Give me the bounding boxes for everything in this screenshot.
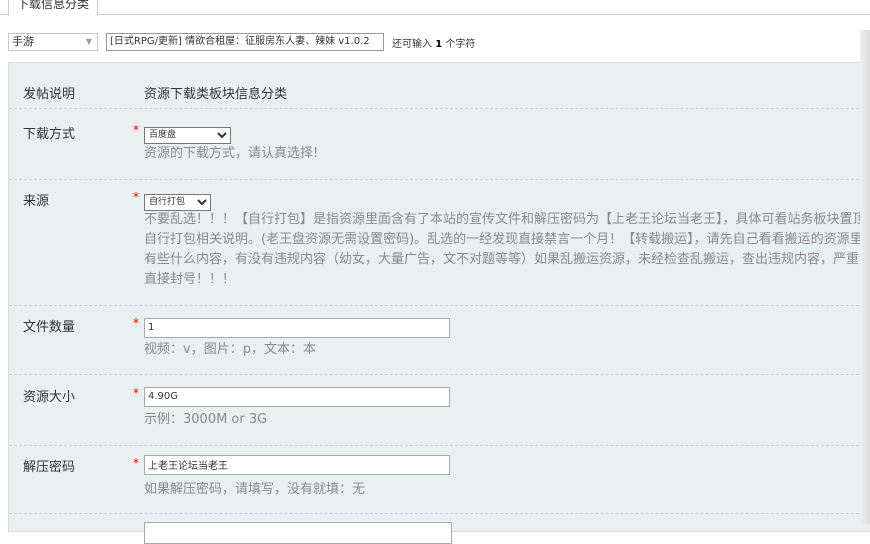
post-note-label: 发帖说明 [23,87,76,102]
required-mark: * [133,123,139,137]
source-label: 来源 [23,194,50,209]
unzip-password-input[interactable] [144,454,450,475]
resource-size-label: 资源大小 [23,390,76,405]
post-type-select[interactable]: 手游 ▼ [8,33,98,51]
file-count-label: 文件数量 [23,320,76,335]
file-count-hint: 视频：v，图片：p，文本：本 [144,342,316,357]
resource-size-hint: 示例：3000M or 3G [144,412,268,427]
resource-size-input[interactable] [144,386,450,407]
source-hint: 不要乱选！！！【自行打包】是指资源里面含有了本站的宣传文件和解压密码为【上老王论… [144,212,870,287]
file-count-input[interactable] [144,317,450,338]
scrollbar-edge [860,30,870,524]
source-select[interactable]: 自行打包 [144,193,211,211]
tab-download-info-category[interactable]: 下载信息分类 [8,0,99,16]
required-mark: * [133,316,139,330]
row-source: 来源 * 自行打包 不要乱选！！！【自行打包】是指资源里面含有了本站的宣传文件和… [9,179,870,306]
title-input[interactable]: [日式RPG/更新] 情欲合租屋：征服房东人妻、辣妹 v1.0.2 [106,33,384,51]
char-count-value: 1 [435,39,443,50]
required-mark: * [133,456,139,470]
row-download-method: 下载方式 * 百度盘 资源的下载方式，请认真选择! [9,108,870,180]
row-post-note: 发帖说明 资源下载类板块信息分类 [9,63,870,109]
required-mark: * [133,386,139,400]
row-file-count: 文件数量 * 视频：v，图片：p，文本：本 [9,305,870,375]
unzip-password-label: 解压密码 [23,460,76,475]
post-type-value: 手游 [12,35,34,48]
download-method-hint: 资源的下载方式，请认真选择! [144,146,319,161]
row-unzip-password: 解压密码 * 如果解压密码，请填写，没有就填：无 [9,445,870,514]
post-note-value: 资源下载类板块信息分类 [144,87,288,102]
char-count-tip: 还可输入 1 个字符 [392,39,476,50]
tab-bar: 下载信息分类 [0,0,870,16]
classification-panel: 发帖说明 资源下载类板块信息分类 下载方式 * 百度盘 资源的下载方式，请认真选… [8,62,870,544]
next-field-input[interactable] [144,522,452,544]
download-method-select[interactable]: 百度盘 [144,126,231,144]
download-method-label: 下载方式 [23,127,76,142]
required-mark: * [133,190,139,204]
row-resource-size: 资源大小 * 示例：3000M or 3G [9,374,870,446]
unzip-password-hint: 如果解压密码，请填写，没有就填：无 [144,482,366,497]
chevron-down-icon: ▼ [85,37,92,46]
